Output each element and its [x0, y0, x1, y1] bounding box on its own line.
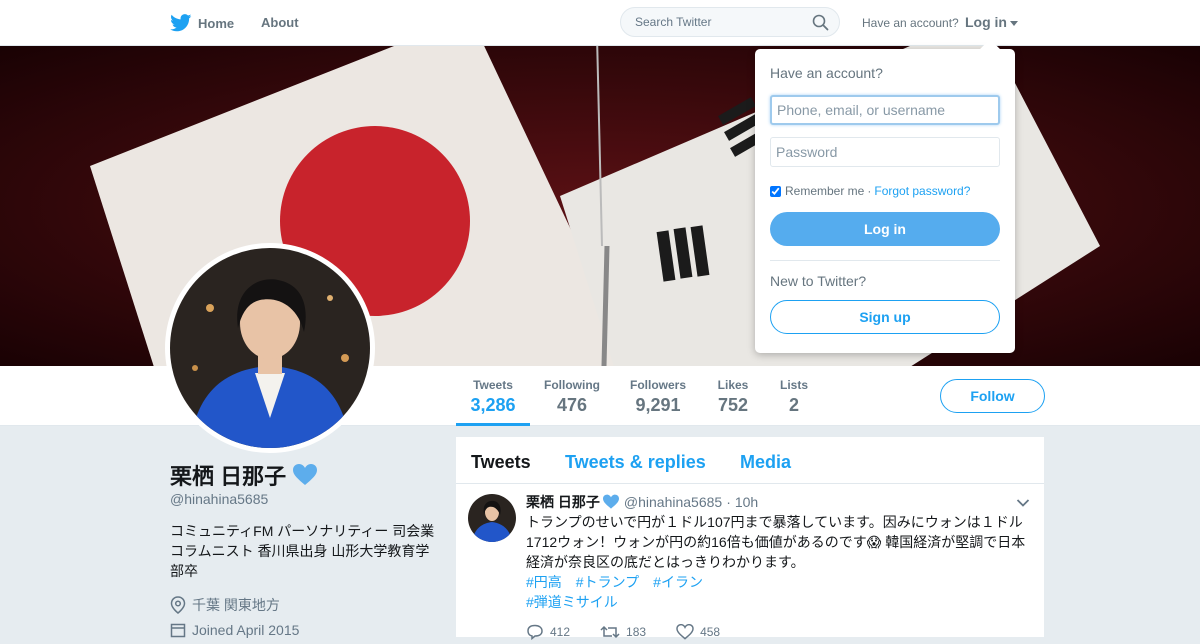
active-stat-underline [456, 423, 530, 426]
retweet-count: 183 [626, 625, 647, 639]
stat-lists[interactable]: Lists 2 [776, 378, 812, 416]
profile-joined-text: Joined April 2015 [192, 622, 300, 638]
twitter-bird-icon [170, 14, 192, 32]
profile-name-text: 栗栖 日那子 [170, 464, 287, 489]
like-button[interactable]: 458 [676, 624, 720, 640]
tweet-actions: 412 183 458 [526, 624, 750, 640]
have-account-text: Have an account? [862, 16, 959, 30]
tweet-separator: · [726, 494, 731, 510]
heart-outline-icon [676, 624, 694, 640]
stat-following-value: 476 [556, 395, 588, 415]
reply-button[interactable]: 412 [526, 624, 570, 640]
forgot-password-link[interactable]: Forgot password? [874, 184, 970, 198]
profile-location: 千葉 関東地方 [170, 595, 280, 615]
dropdown-title: Have an account? [770, 65, 883, 81]
username-field[interactable] [770, 95, 1000, 125]
retweet-button[interactable]: 183 [600, 624, 646, 640]
nav-about-link[interactable]: About [261, 15, 299, 30]
stat-likes[interactable]: Likes 752 [712, 378, 754, 416]
tweet-author-name[interactable]: 栗栖 日那子 [526, 492, 600, 512]
stat-followers[interactable]: Followers 9,291 [626, 378, 690, 416]
stat-likes-value: 752 [717, 395, 749, 415]
new-to-twitter-text: New to Twitter? [770, 273, 867, 289]
top-navigation-bar: Home About Have an account? Log in [0, 0, 1200, 46]
profile-name: 栗栖 日那子 [170, 459, 318, 491]
stat-followers-label: Followers [629, 378, 686, 392]
tab-tweets-and-replies[interactable]: Tweets & replies [565, 452, 706, 473]
signup-button[interactable]: Sign up [770, 300, 1000, 334]
tweet-timestamp[interactable]: 10h [735, 494, 758, 510]
stat-lists-value: 2 [788, 395, 799, 415]
hashtag-link[interactable]: #弾道ミサイル [526, 594, 618, 610]
tweet-header: 栗栖 日那子 @hinahina5685 · 10h [526, 492, 758, 512]
tab-tweets[interactable]: Tweets [471, 452, 531, 473]
search-input[interactable] [633, 14, 807, 30]
login-submit-button[interactable]: Log in [770, 212, 1000, 246]
profile-handle[interactable]: @hinahina5685 [170, 491, 268, 507]
stat-tweets-label: Tweets [473, 378, 513, 392]
stat-tweets-value: 3,286 [470, 395, 516, 415]
blue-heart-icon [293, 464, 318, 485]
stat-tweets[interactable]: Tweets 3,286 [456, 378, 530, 416]
blue-heart-icon [602, 494, 619, 509]
tweet-author-handle[interactable]: @hinahina5685 [624, 494, 722, 510]
remember-me-checkbox[interactable] [770, 185, 781, 197]
remember-separator: · [867, 184, 872, 198]
location-pin-icon [170, 596, 186, 614]
timeline-tabs: Tweets Tweets & replies Media [456, 437, 1044, 484]
search-box[interactable] [620, 7, 840, 37]
stat-lists-label: Lists [779, 378, 808, 392]
tweet-avatar[interactable] [468, 494, 516, 542]
stat-likes-label: Likes [717, 378, 749, 392]
avatar-image [170, 248, 370, 448]
profile-location-text: 千葉 関東地方 [192, 597, 280, 613]
tweet-hashtags: #円高 #トランプ #イラン #弾道ミサイル [526, 572, 826, 612]
stat-following[interactable]: Following 476 [540, 378, 604, 416]
follow-button[interactable]: Follow [940, 379, 1045, 413]
caret-down-icon [1010, 20, 1018, 26]
hashtag-link[interactable]: #トランプ [576, 574, 639, 590]
like-count: 458 [700, 625, 721, 639]
stat-followers-value: 9,291 [635, 395, 681, 415]
dropdown-divider [770, 260, 1000, 261]
hashtag-link[interactable]: #イラン [653, 574, 703, 590]
calendar-icon [170, 623, 186, 638]
profile-bio: コミュニティFM パーソナリティー 司会業 コラムニスト 香川県出身 山形大学教… [170, 523, 435, 579]
tweet-text: トランプのせいで円が１ドル107円まで暴落しています。因みにウォンは１ドル171… [526, 514, 1026, 570]
profile-joined: Joined April 2015 [170, 622, 299, 638]
chevron-down-icon[interactable] [1016, 498, 1030, 508]
retweet-icon [600, 625, 620, 639]
login-dropdown: Have an account? Remember me · Forgot pa… [755, 39, 1015, 353]
profile-avatar[interactable] [165, 243, 375, 453]
nav-home-link[interactable]: Home [170, 12, 234, 34]
password-field[interactable] [770, 137, 1000, 167]
reply-count: 412 [550, 625, 571, 639]
stat-following-label: Following [544, 378, 600, 392]
tab-media[interactable]: Media [740, 452, 791, 473]
login-dropdown-toggle[interactable]: Log in [965, 14, 1018, 30]
nav-home-label: Home [198, 15, 235, 31]
tweet-item[interactable]: 栗栖 日那子 @hinahina5685 · 10h トランプのせいで円が１ドル… [456, 484, 1044, 644]
hashtag-link[interactable]: #円高 [526, 574, 562, 590]
remember-me-label[interactable]: Remember me [785, 184, 864, 198]
search-icon[interactable] [812, 14, 829, 31]
login-toggle-label: Log in [965, 14, 1007, 30]
reply-icon [527, 624, 543, 640]
timeline-panel: Tweets Tweets & replies Media 栗栖 日那子 @hi… [456, 437, 1044, 640]
remember-row: Remember me · Forgot password? [770, 184, 970, 198]
